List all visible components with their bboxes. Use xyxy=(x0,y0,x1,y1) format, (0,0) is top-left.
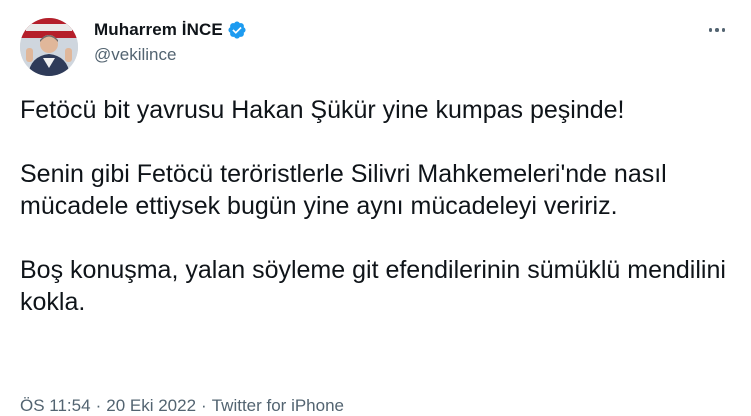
author-handle[interactable]: @vekilince xyxy=(94,45,247,65)
tweet-author: Muharrem İNCE @vekilince xyxy=(94,18,247,65)
tweet-time[interactable]: ÖS 11:54 xyxy=(20,396,91,415)
tweet-paragraph: Fetöcü bit yavrusu Hakan Şükür yine kump… xyxy=(20,96,625,124)
avatar[interactable] xyxy=(20,18,78,76)
tweet-source-link[interactable]: Twitter for iPhone xyxy=(212,396,344,415)
meta-separator: · xyxy=(201,396,207,415)
tweet-text: Fetöcü bit yavrusu Hakan Şükür yine kump… xyxy=(20,94,740,318)
name-row: Muharrem İNCE xyxy=(94,18,247,42)
meta-separator: · xyxy=(95,396,102,415)
profile-photo xyxy=(20,18,78,76)
more-options-button[interactable] xyxy=(705,20,729,40)
tweet-paragraph: Boş konuşma, yalan söyleme git efendiler… xyxy=(20,256,726,316)
verified-badge-icon[interactable] xyxy=(227,20,247,40)
tweet: Muharrem İNCE @vekilince Fetöcü bit yavr… xyxy=(0,0,751,416)
tweet-date[interactable]: 20 Eki 2022 xyxy=(106,396,196,415)
more-options-icon xyxy=(707,28,727,32)
author-display-name[interactable]: Muharrem İNCE xyxy=(94,20,223,40)
tweet-paragraph: Senin gibi Fetöcü teröristlerle Silivri … xyxy=(20,160,667,220)
tweet-meta: ÖS 11:54 · 20 Eki 2022 · Twitter for iPhone xyxy=(20,396,344,416)
